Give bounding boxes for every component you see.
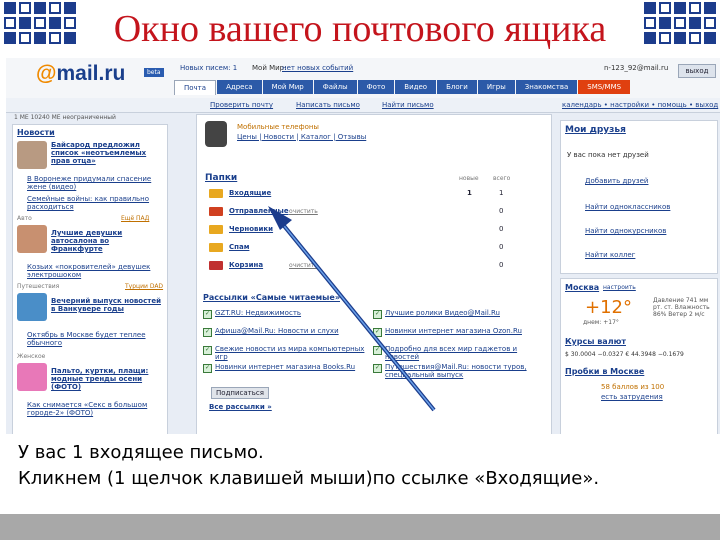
bottom-bar — [0, 514, 720, 540]
caption: У вас 1 входящее письмо. Кликнем (1 щелч… — [18, 440, 708, 492]
caption-line-2: Кликнем (1 щелчок клавишей мыши)по ссылк… — [18, 468, 600, 489]
caption-line-1: У вас 1 входящее письмо. — [18, 442, 264, 463]
